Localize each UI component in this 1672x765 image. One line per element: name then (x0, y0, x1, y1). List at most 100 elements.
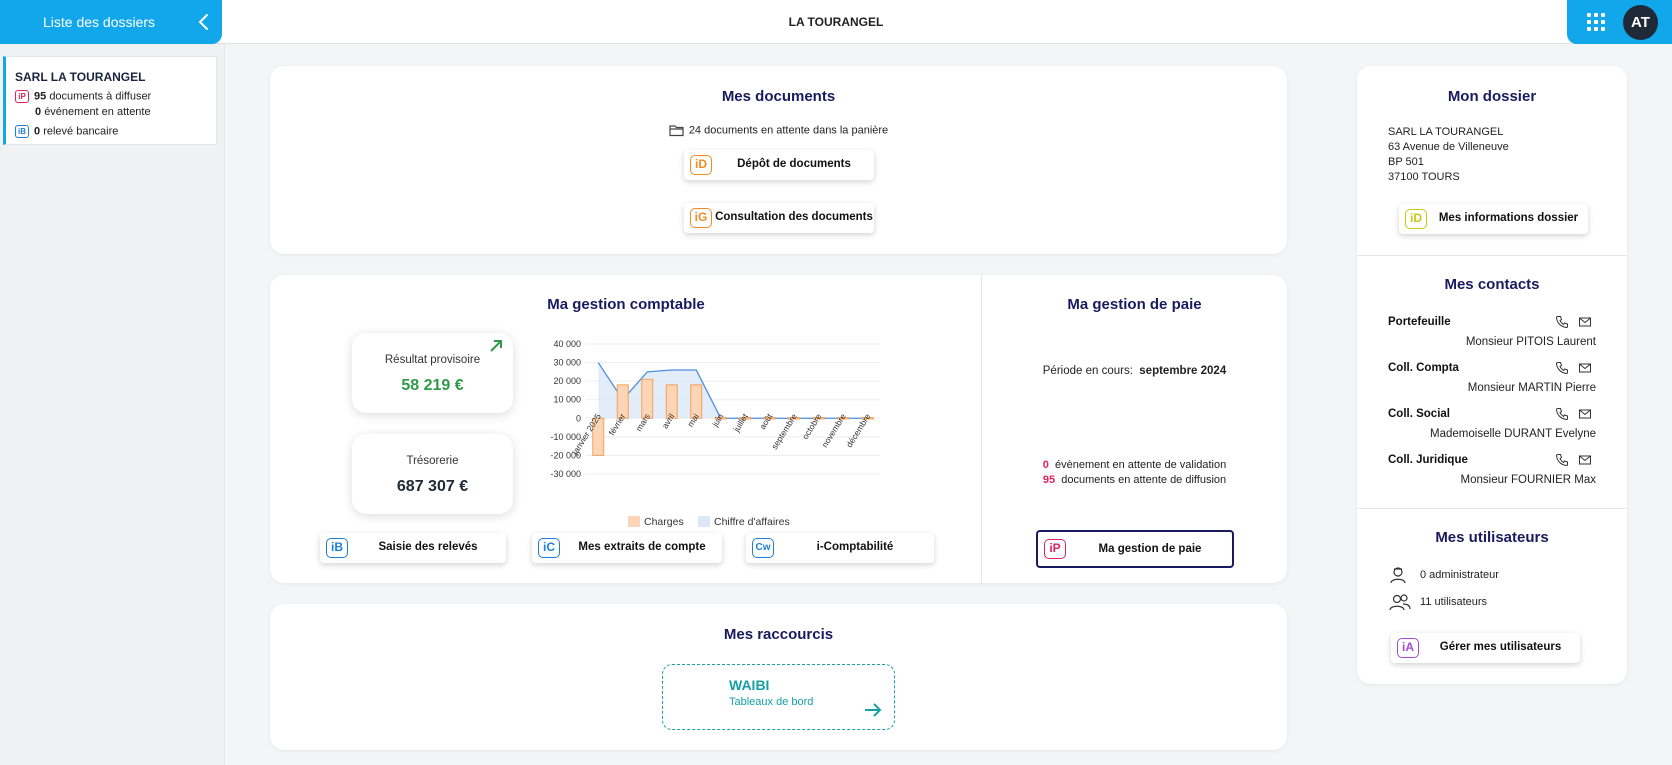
y-tick-label: 40 000 (553, 339, 581, 349)
contacts-title: Mes contacts (1444, 276, 1540, 293)
id-app-icon: iD (690, 155, 712, 175)
bank-count: 0 (34, 125, 41, 138)
informations-dossier-button[interactable]: iD Mes informations dossier (1399, 204, 1588, 234)
contact-name-4: Monsieur FOURNIER Max (1460, 474, 1596, 486)
i-comptabilite-label: i-Comptabilité (816, 541, 894, 553)
address-line-1: SARL LA TOURANGEL (1388, 126, 1504, 138)
i-comptabilite-button[interactable]: Cw i-Comptabilité (746, 533, 934, 563)
paie-period: Période en cours: septembre 2024 (982, 365, 1287, 377)
y-tick-label: 10 000 (553, 395, 581, 405)
depot-documents-label: Dépôt de documents (737, 158, 851, 170)
y-tick-label: -30 000 (550, 469, 581, 479)
legend-ca-label: Chiffre d'affaires (714, 516, 790, 528)
dossier-card[interactable]: SARL LA TOURANGEL iP 95 documents à diffu… (3, 56, 217, 145)
resultat-value: 58 219 € (401, 377, 464, 394)
saisie-releves-label: Saisie des relevés (378, 541, 478, 553)
page-title: LA TOURANGEL (788, 15, 884, 29)
legend-charges-label: Charges (644, 516, 684, 528)
paie-docs-text: documents en attente de diffusion (1061, 474, 1227, 486)
contact-role-2: Coll. Compta (1388, 362, 1459, 374)
right-card: Mon dossier SARL LA TOURANGEL 63 Avenue … (1357, 66, 1627, 684)
raccourcis-title: Mes raccourcis (723, 626, 834, 643)
docs-text: documents à diffuser (49, 90, 152, 103)
topbar-right: AT (1567, 0, 1672, 44)
gestion-paie-button[interactable]: iP Ma gestion de paie (1036, 530, 1234, 568)
trend-up-icon (490, 340, 502, 352)
ic-app-icon: iC (538, 538, 560, 558)
consultation-documents-button[interactable]: iG Consultation des documents (684, 203, 874, 233)
tresorerie-label: Trésorerie (406, 455, 459, 467)
events-text: événement en attente (44, 106, 151, 118)
paie-docs-line: 95 documents en attente de diffusion (982, 474, 1287, 486)
contact-role-1: Portefeuille (1388, 316, 1451, 328)
contact-name-3: Mademoiselle DURANT Evelyne (1430, 428, 1596, 440)
events-count: 0 (35, 106, 42, 118)
legend-charges-swatch (628, 516, 640, 527)
users-count: 11 utilisateurs (1420, 596, 1488, 608)
extraits-compte-button[interactable]: iC Mes extraits de compte (532, 533, 722, 563)
comptable-chart: 40 00030 00020 00010 0000-10 000-20 000-… (550, 339, 880, 528)
documents-title: Mes documents (721, 88, 836, 105)
paie-events-line: 0 évènement en attente de validation (982, 459, 1287, 471)
address-line-4: 37100 TOURS (1388, 171, 1460, 183)
contact-name-1: Monsieur PITOIS Laurent (1465, 336, 1596, 348)
y-tick-label: 0 (576, 413, 581, 423)
consultation-documents-label: Consultation des documents (715, 211, 873, 223)
folder-icon (669, 125, 684, 137)
paie-events-count: 0 (1042, 459, 1049, 471)
phone-icon[interactable] (1555, 453, 1569, 467)
gerer-utilisateurs-button[interactable]: iA Gérer mes utilisateurs (1391, 633, 1580, 663)
avatar[interactable]: AT (1623, 5, 1658, 40)
tresorerie-value: 687 307 € (396, 478, 469, 495)
mail-icon[interactable] (1578, 361, 1592, 375)
pending-docs-text: 24 documents en attente dans la panière (688, 124, 889, 137)
gerer-utilisateurs-label: Gérer mes utilisateurs (1439, 641, 1562, 653)
comptable-paie-card: Ma gestion comptable Résultat provisoire… (270, 275, 1287, 583)
id-info-icon: iD (1405, 209, 1427, 229)
utilisateurs-title: Mes utilisateurs (1435, 529, 1549, 546)
y-tick-label: 20 000 (553, 376, 581, 386)
mail-icon[interactable] (1578, 407, 1592, 421)
dossier-name: SARL LA TOURANGEL (15, 70, 146, 84)
arrow-right-icon (865, 703, 882, 717)
saisie-releves-button[interactable]: iB Saisie des relevés (320, 533, 506, 563)
paie-period-value: septembre 2024 (1139, 365, 1227, 377)
resultat-label: Résultat provisoire (384, 354, 481, 366)
mail-icon[interactable] (1578, 315, 1592, 329)
waibi-shortcut[interactable]: WAIBI Tableaux de bord (662, 664, 895, 730)
y-tick-label: 30 000 (553, 358, 581, 368)
events-line: 0 événement en attente (35, 106, 151, 118)
ca-area (598, 362, 868, 419)
dossier-title: Mon dossier (1447, 88, 1537, 105)
bank-text: relevé bancaire (43, 125, 119, 138)
docs-line: iP 95 documents à diffuser (15, 90, 151, 103)
ip-badge-icon: iP (15, 90, 29, 103)
paie-docs-count: 95 (1042, 474, 1056, 486)
contact-name-2: Monsieur MARTIN Pierre (1467, 382, 1596, 394)
address-line-3: BP 501 (1388, 156, 1424, 168)
ip-app-icon: iP (1044, 539, 1066, 559)
paie-period-label: Période en cours: (1042, 365, 1133, 377)
ia-app-icon: iA (1397, 638, 1419, 658)
resultat-box[interactable]: Résultat provisoire 58 219 € (352, 333, 513, 413)
comptable-title: Ma gestion comptable (547, 296, 705, 313)
tresorerie-box[interactable]: Trésorerie 687 307 € (352, 434, 513, 514)
legend-ca-swatch (698, 516, 710, 527)
mail-icon[interactable] (1578, 453, 1592, 467)
sidebar: SARL LA TOURANGEL iP 95 documents à diffu… (0, 44, 225, 765)
docs-count: 95 (34, 90, 47, 103)
phone-icon[interactable] (1555, 315, 1569, 329)
dossier-address: SARL LA TOURANGEL 63 Avenue de Villeneuv… (1388, 125, 1509, 185)
depot-documents-button[interactable]: iD Dépôt de documents (684, 150, 874, 180)
section-divider (981, 275, 982, 583)
apps-grid-icon[interactable] (1587, 13, 1605, 31)
shortcut-title: WAIBI (729, 677, 770, 693)
ib-app-icon: iB (326, 538, 348, 558)
phone-icon[interactable] (1555, 361, 1569, 375)
phone-icon[interactable] (1555, 407, 1569, 421)
informations-dossier-label: Mes informations dossier (1438, 212, 1579, 224)
paie-events-text: évènement en attente de validation (1055, 459, 1227, 471)
paie-title: Ma gestion de paie (1067, 296, 1202, 313)
bank-line: iB 0 relevé bancaire (15, 125, 118, 138)
divider-2 (1357, 508, 1627, 509)
